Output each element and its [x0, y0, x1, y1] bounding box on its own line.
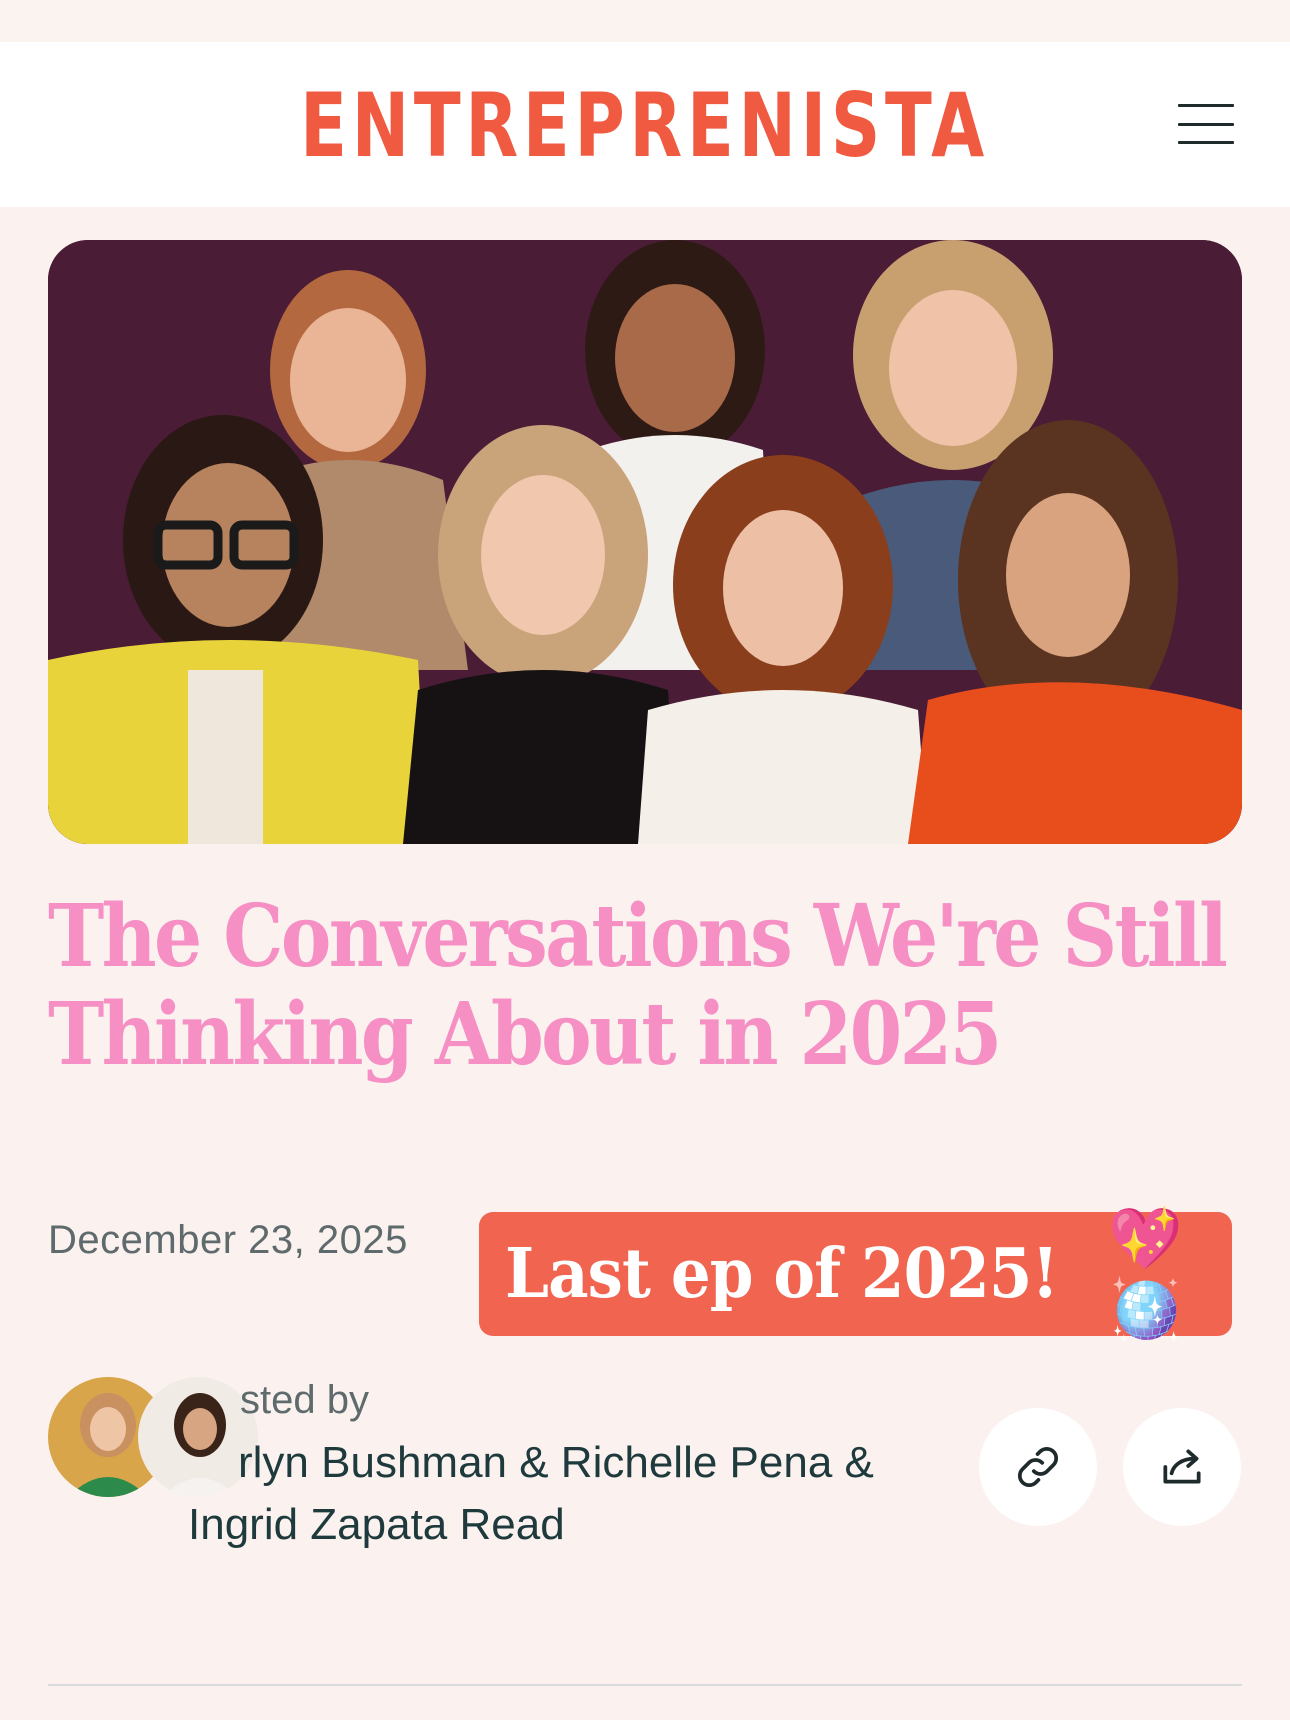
publish-date: December 23, 2025 [48, 1218, 408, 1262]
host-names-line-1[interactable]: rlyn Bushman & Richelle Pena & [188, 1432, 978, 1494]
host-names: rlyn Bushman & Richelle Pena & Ingrid Za… [188, 1432, 978, 1556]
site-header: ENTREPRENISTA [0, 42, 1290, 207]
divider [48, 1684, 1242, 1686]
status-strip [0, 0, 1290, 42]
badge-label: Last ep of 2025! [505, 1234, 1059, 1314]
hosted-by-label: sted by [240, 1378, 369, 1422]
host-names-line-2[interactable]: Ingrid Zapata Read [188, 1500, 565, 1549]
article-title: The Conversations We're Still Thinking A… [48, 886, 1228, 1085]
hero-image [48, 240, 1242, 844]
sparkling-heart-disco-ball-icon: 💖🪩 [1108, 1205, 1183, 1343]
episode-badge: Last ep of 2025! 💖🪩 [479, 1205, 1232, 1343]
copy-link-button[interactable] [979, 1408, 1097, 1526]
share-button[interactable] [1123, 1408, 1241, 1526]
hamburger-menu-icon[interactable] [1178, 104, 1234, 144]
link-icon [1017, 1446, 1059, 1488]
share-icon [1163, 1449, 1201, 1484]
site-logo[interactable]: ENTREPRENISTA [301, 74, 990, 177]
